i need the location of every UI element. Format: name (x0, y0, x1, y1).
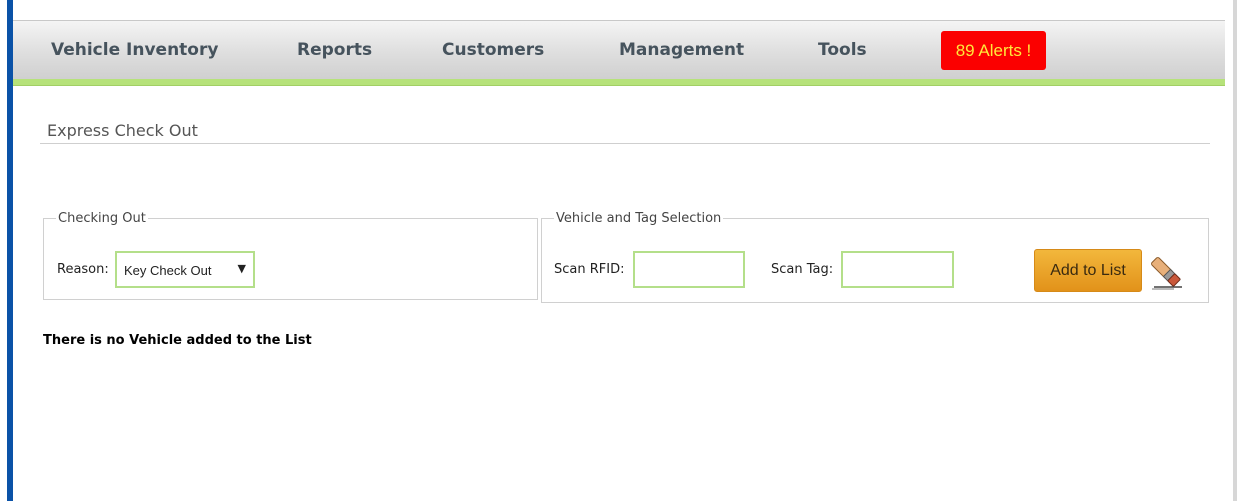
reason-label: Reason: (57, 262, 109, 277)
nav-vehicle-inventory[interactable]: Vehicle Inventory (51, 21, 218, 80)
nav-management[interactable]: Management (619, 21, 744, 80)
checking-out-legend: Checking Out (58, 211, 146, 226)
page-title: Express Check Out (47, 121, 198, 140)
main-nav: Vehicle Inventory Reports Customers Mana… (13, 20, 1225, 80)
empty-list-message: There is no Vehicle added to the List (43, 333, 312, 348)
top-gap (13, 0, 1225, 20)
nav-customers[interactable]: Customers (442, 21, 544, 80)
scrollbar[interactable] (1225, 0, 1247, 501)
scan-rfid-input[interactable] (633, 251, 745, 288)
scrollbar-track[interactable] (1233, 0, 1237, 501)
scan-tag-input[interactable] (841, 251, 954, 288)
reason-selected-value: Key Check Out (124, 263, 212, 278)
eraser-icon[interactable] (1148, 253, 1186, 293)
alerts-badge[interactable]: 89 Alerts ! (941, 31, 1046, 70)
scan-rfid-label: Scan RFID: (554, 262, 625, 277)
vehicle-tag-selection-legend: Vehicle and Tag Selection (556, 211, 722, 226)
title-divider (40, 143, 1210, 144)
nav-reports[interactable]: Reports (297, 21, 372, 80)
nav-accent-line (13, 79, 1225, 86)
reason-select[interactable]: Key Check Out ▼ (115, 251, 255, 288)
add-to-list-button[interactable]: Add to List (1034, 249, 1142, 292)
nav-tools[interactable]: Tools (818, 21, 867, 80)
scan-tag-label: Scan Tag: (771, 262, 834, 277)
dropdown-arrow-icon: ▼ (237, 262, 246, 275)
